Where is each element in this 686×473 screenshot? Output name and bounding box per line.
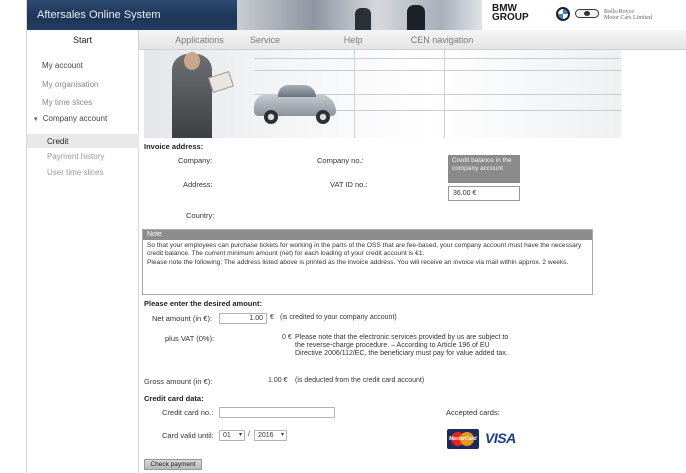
sidebar-item-payment-history[interactable]: Payment history xyxy=(47,152,104,161)
header-person-1 xyxy=(355,8,371,30)
address-label: Address: xyxy=(183,180,213,189)
sidebar-item-my-account[interactable]: My account xyxy=(42,61,83,70)
country-label: Country: xyxy=(186,211,215,220)
card-heading: Credit card data: xyxy=(144,394,204,403)
expiry-year-select[interactable]: 2016 ▾ xyxy=(254,430,287,441)
note-box: Note So that your employees can purchase… xyxy=(142,229,593,295)
bmw-group-logo: BMW GROUP xyxy=(492,3,529,23)
credit-balance-box: Credit balance in the company account 36… xyxy=(448,155,520,207)
visa-logo-icon: VISA xyxy=(485,430,516,446)
expiry-month-select[interactable]: 01 ▾ xyxy=(219,430,245,441)
company-label: Company: xyxy=(178,156,213,165)
company-no-label: Company no.: xyxy=(317,156,364,165)
sidebar-item-my-time-slices[interactable]: My time slices xyxy=(42,98,92,107)
amount-heading: Please enter the desired amount: xyxy=(144,299,262,308)
net-currency: € xyxy=(270,314,274,321)
tab-start[interactable]: Start xyxy=(27,30,139,50)
main-navigation: Start Applications Service Help CEN navi… xyxy=(27,30,686,50)
header-photo xyxy=(237,0,492,30)
tab-service[interactable]: Service xyxy=(240,30,290,50)
sidebar-item-company-account[interactable]: ▾ Company account xyxy=(34,114,107,123)
chevron-down-icon: ▾ xyxy=(34,116,38,123)
mechanic-figure xyxy=(172,52,212,138)
note-text-2: Please note the following: The address l… xyxy=(147,258,569,266)
gross-amount-label: Gross amount (in €): xyxy=(144,377,213,386)
tab-applications[interactable]: Applications xyxy=(162,30,237,50)
credit-balance-title: Credit balance in the company account xyxy=(448,155,520,183)
expiry-separator: / xyxy=(248,431,250,438)
note-text-1: So that your employees can purchase tick… xyxy=(147,242,582,258)
vat-id-label: VAT ID no.: xyxy=(330,180,368,189)
tab-cen-navigation[interactable]: CEN navigation xyxy=(402,30,482,50)
tab-help[interactable]: Help xyxy=(333,30,373,50)
invoice-heading: Invoice address: xyxy=(144,142,204,151)
card-number-label: Credit card no.: xyxy=(162,408,214,417)
sidebar-item-user-time-slices[interactable]: User time slices xyxy=(47,168,103,177)
gross-amount-note: (is deducted from the credit card accoun… xyxy=(295,377,425,384)
vat-note: Please note that the electronic services… xyxy=(295,334,509,358)
app-title: Aftersales Online System xyxy=(37,9,161,21)
sidebar-item-credit[interactable]: Credit xyxy=(47,137,68,146)
vat-label: plus VAT (0%): xyxy=(165,334,215,343)
dropdown-arrow-icon: ▾ xyxy=(238,432,242,438)
mini-logo-icon xyxy=(575,9,599,18)
dropdown-arrow-icon: ▾ xyxy=(280,432,284,438)
rolls-royce-logo: Rolls-Royce Motor Cars Limited xyxy=(604,9,652,21)
gross-amount-value: 1.00 € xyxy=(268,377,288,384)
net-amount-note: (is credited to your company account) xyxy=(280,314,397,321)
accepted-cards-label: Accepted cards: xyxy=(446,408,500,417)
card-number-input[interactable] xyxy=(219,407,335,418)
sidebar-item-my-organisation[interactable]: My organisation xyxy=(42,80,98,89)
header-person-2 xyxy=(407,5,425,30)
sidebar-selection-highlight xyxy=(27,134,139,148)
mastercard-logo-icon: MasterCard xyxy=(447,429,479,449)
net-amount-label: Net amount (in €): xyxy=(152,314,213,323)
credit-balance-value: 36.00 € xyxy=(448,186,520,201)
net-amount-input[interactable]: 1.00 xyxy=(219,313,267,324)
hero-banner xyxy=(144,50,621,138)
note-body: So that your employees can purchase tick… xyxy=(143,240,592,269)
brand-logos: BMW GROUP Rolls-Royce Motor Cars Limited xyxy=(482,0,686,30)
check-payment-button[interactable]: Check payment xyxy=(144,459,202,470)
vat-value: 0 € xyxy=(282,334,292,341)
app-header: Aftersales Online System BMW GROUP Rolls… xyxy=(27,0,686,30)
card-valid-label: Card valid until: xyxy=(162,431,214,440)
note-heading: Note xyxy=(143,230,592,240)
sidebar: My account My organisation My time slice… xyxy=(27,50,139,473)
bmw-roundel-icon xyxy=(556,7,570,21)
